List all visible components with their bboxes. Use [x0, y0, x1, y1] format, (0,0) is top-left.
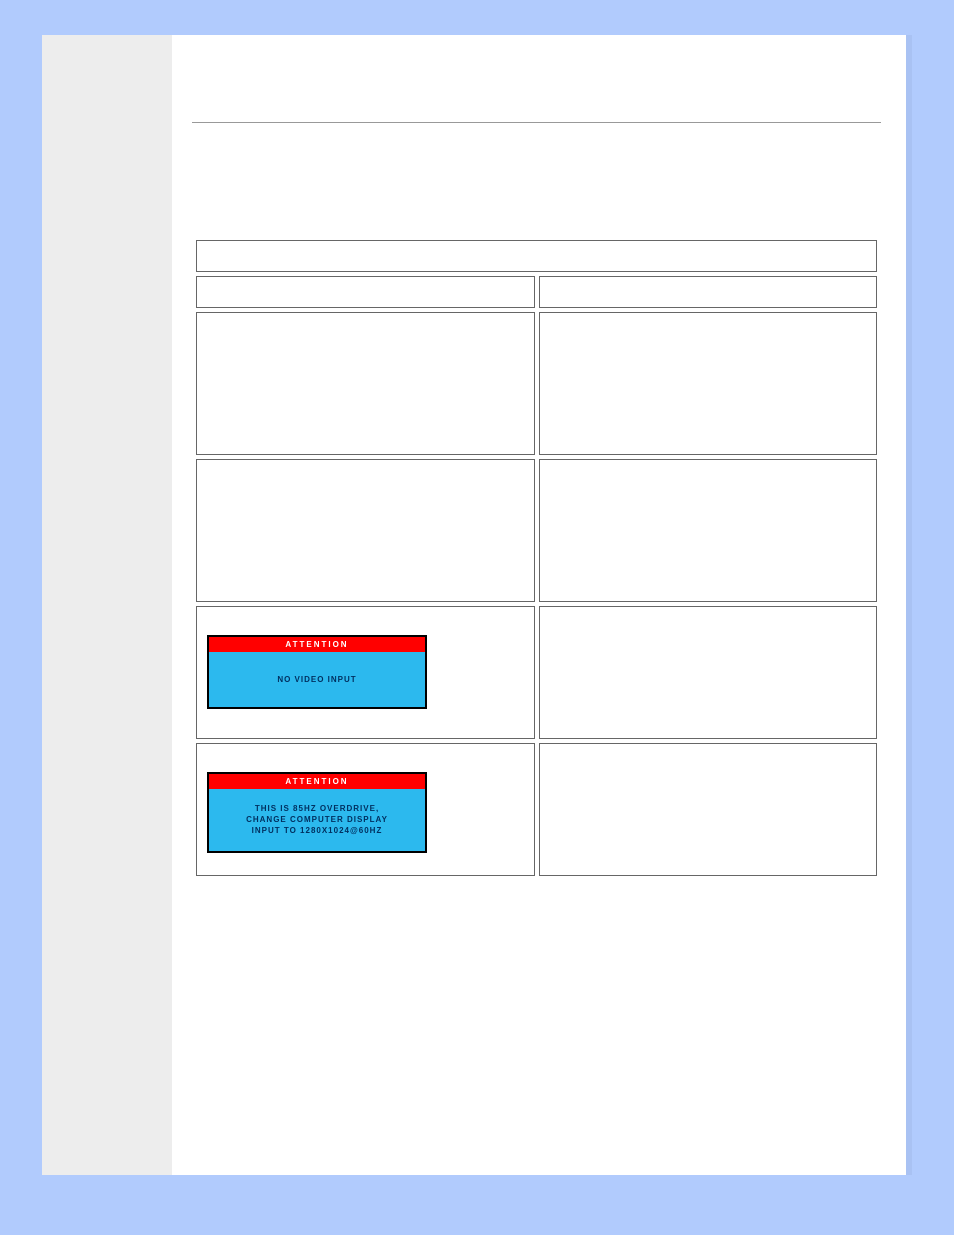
solution-item: Restart the computer using Safe Mode, th…	[568, 809, 867, 841]
attention-body: NO VIDEO INPUT	[209, 652, 425, 707]
problem-text: No Picture (Power LED is amber or yellow…	[207, 468, 435, 482]
attention-line: INPUT TO 1280X1024@60HZ	[252, 826, 383, 835]
solution-item: Make sure the monitor cable is properly …	[568, 619, 867, 651]
problem-text: Screen says	[207, 752, 524, 766]
attention-line: CHANGE COMPUTER DISPLAY	[246, 815, 388, 824]
intro-paragraph: This page deals with problems that can b…	[192, 148, 881, 184]
solution-cell: Please wait for about 10 seconds, the di…	[539, 743, 878, 876]
problem-cell: Screen says ATTENTION THIS IS 85HZ OVERD…	[196, 743, 535, 876]
solution-list: Make sure the computer is turned on. Mak…	[550, 472, 867, 565]
solution-cell: Make sure the computer is turned on. Mak…	[539, 459, 878, 602]
troubleshoot-table: Having this problem? Check these items N…	[192, 236, 881, 880]
problem-cell: Screen says ATTENTION NO VIDEO INPUT	[196, 606, 535, 739]
solution-list: Please wait for about 10 seconds, the di…	[550, 756, 867, 841]
table-col2-header	[539, 276, 878, 308]
attention-body: THIS IS 85HZ OVERDRIVE, CHANGE COMPUTER …	[209, 789, 425, 851]
content-area: Troubleshooting This page deals with pro…	[182, 35, 906, 979]
subheading: Common Problems	[192, 202, 881, 216]
solution-item: First, ensure that the power button on t…	[568, 361, 867, 410]
problem-text: No Picture (Power LED not lit)	[207, 321, 367, 335]
return-top-link[interactable]: RETURN TO TOP OF THE PAGE	[192, 915, 372, 929]
solution-cell: Make sure the monitor cable is properly …	[539, 606, 878, 739]
solution-item: Check to see if the monitor cable has be…	[568, 529, 867, 545]
attention-box: ATTENTION THIS IS 85HZ OVERDRIVE, CHANGE…	[207, 772, 427, 853]
footer-links: RETURN TO TOP OF THE PAGE	[192, 915, 881, 929]
attention-header: ATTENTION	[209, 637, 425, 652]
solution-item: Make sure the power cord is plugged into…	[568, 325, 867, 357]
attention-header: ATTENTION	[209, 774, 425, 789]
solution-cell: Make sure the power cord is plugged into…	[539, 312, 878, 455]
solution-list: Make sure the power cord is plugged into…	[550, 325, 867, 410]
solution-item: Make sure the computer is turned on.	[568, 472, 867, 488]
divider	[192, 122, 881, 123]
solution-item: Please wait for about 10 seconds, the di…	[568, 756, 867, 805]
solution-item: The Energy Saving feature may be activat…	[568, 549, 867, 565]
solution-item: Make sure the signal cable is properly c…	[568, 492, 867, 524]
solution-item: Make sure the computer is turned on.	[568, 676, 867, 692]
solution-item: Check to see if the monitor cable has be…	[568, 655, 867, 671]
table-col1-header: Check these items	[196, 276, 535, 308]
table-merged-header: Having this problem?	[196, 240, 877, 272]
problem-text: Screen says	[207, 615, 524, 629]
problem-cell: No Picture (Power LED is amber or yellow…	[196, 459, 535, 602]
solution-list: Make sure the monitor cable is properly …	[550, 619, 867, 692]
document-page: Troubleshooting This page deals with pro…	[42, 35, 912, 1175]
problem-cell: No Picture (Power LED not lit)	[196, 312, 535, 455]
sidebar	[42, 35, 172, 1175]
page-title: Troubleshooting	[192, 70, 881, 102]
attention-line: THIS IS 85HZ OVERDRIVE,	[255, 804, 379, 813]
attention-line: NO VIDEO INPUT	[277, 675, 356, 684]
attention-box: ATTENTION NO VIDEO INPUT	[207, 635, 427, 709]
